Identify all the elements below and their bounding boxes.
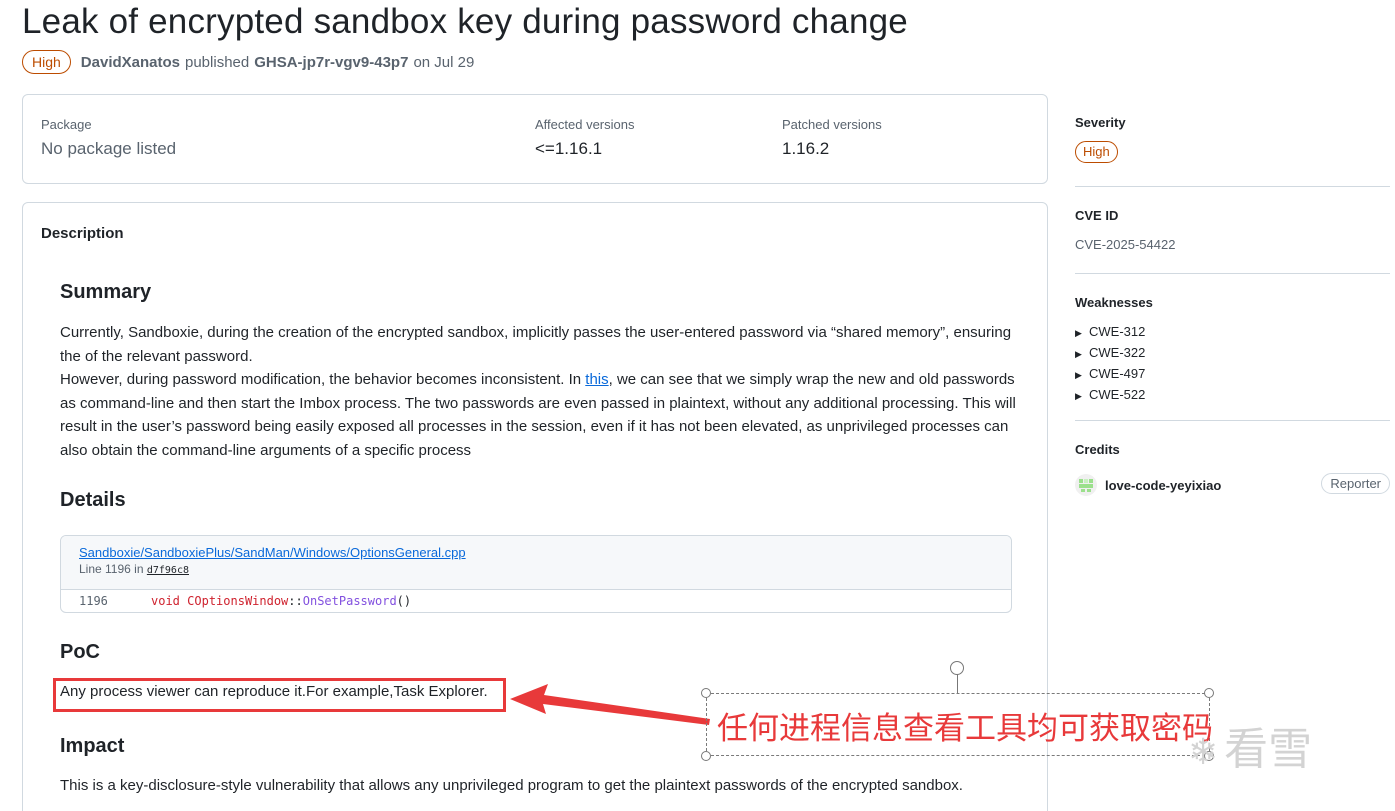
impact-heading: Impact	[60, 735, 125, 757]
package-label: Package	[41, 117, 92, 132]
cve-label: CVE ID	[1075, 208, 1119, 223]
patched-versions-value: 1.16.2	[782, 139, 830, 158]
code-file-link[interactable]: Sandboxie/SandboxiePlus/SandMan/Windows/…	[79, 545, 993, 560]
affected-versions-column: Affected versions <=1.16.1	[535, 117, 634, 159]
divider	[1075, 186, 1390, 187]
annotation-highlight-box	[53, 678, 506, 712]
severity-label: Severity	[1075, 115, 1126, 130]
weakness-item[interactable]: ▶ CWE-497	[1075, 364, 1145, 385]
expand-triangle-icon: ▶	[1075, 370, 1082, 380]
ghsa-id: GHSA-jp7r-vgv9-43p7	[254, 53, 409, 71]
code-snippet-card: Sandboxie/SandboxiePlus/SandMan/Windows/…	[60, 535, 1012, 613]
annotation-text: 任何进程信息查看工具均可获取密码	[717, 711, 1213, 747]
weaknesses-list: ▶ CWE-312 ▶ CWE-322 ▶ CWE-497 ▶ CWE-522	[1075, 322, 1145, 406]
expand-triangle-icon: ▶	[1075, 391, 1082, 401]
published-text: published	[185, 53, 250, 71]
snowflake-icon: ❄	[1188, 732, 1219, 773]
description-header: Description	[41, 225, 124, 242]
details-heading: Details	[60, 489, 126, 511]
source-link[interactable]: this	[585, 371, 608, 388]
credit-entry: love-code-yeyixiao	[1075, 474, 1221, 496]
resize-handle-icon[interactable]	[1204, 688, 1214, 698]
patched-versions-column: Patched versions 1.16.2	[782, 117, 882, 159]
severity-badge: High	[22, 50, 71, 74]
code-text: void COptionsWindow::OnSetPassword()	[151, 594, 412, 608]
commit-link[interactable]: d7f96c8	[147, 565, 189, 576]
summary-paragraph-1: Currently, Sandboxie, during the creatio…	[60, 324, 1012, 365]
code-line-info: Line 1196 in d7f96c8	[79, 562, 189, 576]
weaknesses-label: Weaknesses	[1075, 295, 1153, 310]
summary-heading: Summary	[60, 281, 152, 303]
summary-paragraph-2: However, during password modification, t…	[60, 371, 1016, 459]
resize-handle-icon[interactable]	[701, 688, 711, 698]
author-link[interactable]: DavidXanatos	[81, 54, 180, 71]
weakness-item[interactable]: ▶ CWE-522	[1075, 385, 1145, 406]
expand-triangle-icon: ▶	[1075, 349, 1082, 359]
affected-versions-value: <=1.16.1	[535, 139, 603, 158]
credits-label: Credits	[1075, 442, 1120, 457]
divider	[1075, 420, 1390, 421]
published-date: on Jul 29	[413, 53, 475, 71]
description-body: Summary Currently, Sandboxie, during the…	[60, 281, 1020, 512]
line-number: 1196	[79, 594, 108, 608]
weakness-item[interactable]: ▶ CWE-312	[1075, 322, 1145, 343]
poc-heading: PoC	[60, 641, 100, 663]
package-value: No package listed	[41, 139, 177, 158]
impact-text: This is a key-disclosure-style vulnerabi…	[60, 777, 963, 794]
patched-versions-label: Patched versions	[782, 117, 882, 132]
advisory-meta: High DavidXanatos published GHSA-jp7r-vg…	[22, 50, 474, 74]
weakness-item[interactable]: ▶ CWE-322	[1075, 343, 1145, 364]
advisory-title: Leak of encrypted sandbox key during pas…	[22, 2, 908, 41]
credit-username[interactable]: love-code-yeyixiao	[1105, 478, 1221, 493]
reporter-badge: Reporter	[1321, 473, 1390, 494]
package-column: Package No package listed	[41, 117, 176, 159]
watermark: ❄ 看雪	[1188, 724, 1313, 775]
affected-versions-label: Affected versions	[535, 117, 635, 132]
rotate-handle-icon[interactable]	[950, 661, 964, 675]
code-snippet-header: Sandboxie/SandboxiePlus/SandMan/Windows/…	[61, 536, 1011, 590]
annotation-arrow-icon	[510, 684, 710, 725]
avatar[interactable]	[1075, 474, 1097, 496]
cve-value: CVE-2025-54422	[1075, 237, 1176, 252]
divider	[1075, 273, 1390, 274]
resize-handle-icon[interactable]	[701, 751, 711, 761]
expand-triangle-icon: ▶	[1075, 328, 1082, 338]
package-info-box: Package No package listed Affected versi…	[22, 94, 1048, 184]
sidebar-severity-badge: High	[1075, 141, 1118, 163]
code-line: 1196 void COptionsWindow::OnSetPassword(…	[61, 590, 1011, 608]
